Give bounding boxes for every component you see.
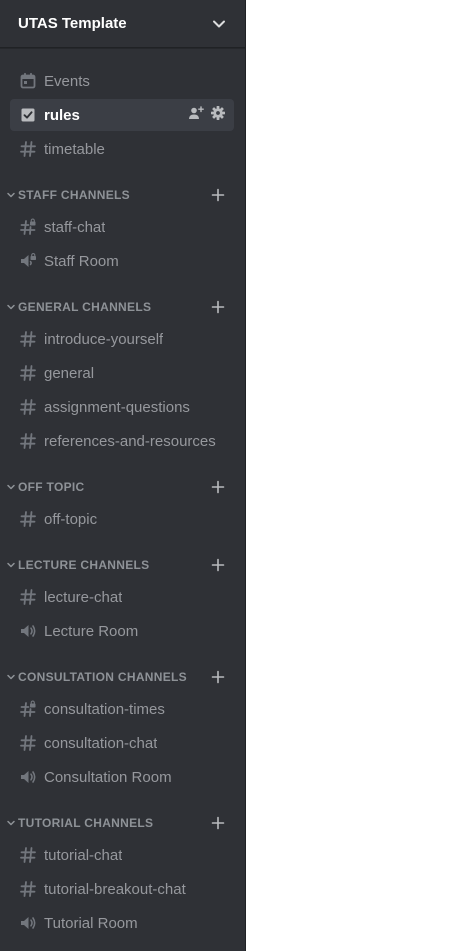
chevron-down-icon[interactable] (5, 189, 17, 201)
channel-tutorial-breakout-chat[interactable]: tutorial-breakout-chat (10, 873, 234, 905)
channel-name: tutorial-breakout-chat (44, 880, 186, 898)
create-channel-plus-icon[interactable] (210, 299, 226, 315)
locked-speaker-icon (18, 251, 38, 271)
create-channel-plus-icon[interactable] (210, 479, 226, 495)
speaker-icon (18, 913, 38, 933)
chevron-down-icon[interactable] (5, 817, 17, 829)
hash-icon (18, 139, 38, 159)
channel-general[interactable]: general (10, 357, 234, 389)
channel-introduce-yourself[interactable]: introduce-yourself (10, 323, 234, 355)
channel-name: Consultation Room (44, 768, 172, 786)
category-consultation-channels[interactable]: CONSULTATION CHANNELS (0, 663, 246, 691)
channel-name: Staff Room (44, 252, 119, 270)
channel-sidebar: UTAS Template Events rules timetable STAFF … (0, 0, 246, 951)
speaker-icon (18, 947, 38, 951)
channel-staff-chat[interactable]: staff-chat (10, 211, 234, 243)
category-staff-channels[interactable]: STAFF CHANNELS (0, 181, 246, 209)
server-header[interactable]: UTAS Template (0, 0, 246, 48)
category-label: TUTORIAL CHANNELS (18, 816, 154, 830)
category-label: STAFF CHANNELS (18, 188, 130, 202)
channel-events[interactable]: Events (10, 65, 234, 97)
channel-rules[interactable]: rules (10, 99, 234, 131)
speaker-icon (18, 767, 38, 787)
channel-name: timetable (44, 140, 105, 158)
channel-off-topic[interactable]: off-topic (10, 503, 234, 535)
hash-icon (18, 733, 38, 753)
chevron-down-icon[interactable] (5, 481, 17, 493)
category-label: OFF TOPIC (18, 480, 85, 494)
chevron-down-icon[interactable] (210, 15, 228, 33)
rules-icon (18, 105, 38, 125)
hash-icon (18, 431, 38, 451)
channel-assignment-questions[interactable]: assignment-questions (10, 391, 234, 423)
channel-staff-room[interactable]: Staff Room (10, 245, 234, 277)
channel-name: Events (44, 72, 90, 90)
create-channel-plus-icon[interactable] (210, 187, 226, 203)
channel-name: consultation-times (44, 700, 165, 718)
create-channel-plus-icon[interactable] (210, 815, 226, 831)
category-general-channels[interactable]: GENERAL CHANNELS (0, 293, 246, 321)
hash-icon (18, 397, 38, 417)
server-name: UTAS Template (18, 15, 127, 32)
channel-consultation-chat[interactable]: consultation-chat (10, 727, 234, 759)
channel-name: references-and-resources (44, 432, 216, 450)
channel-lecture-room[interactable]: Lecture Room (10, 615, 234, 647)
hash-icon (18, 845, 38, 865)
channel-actions (188, 105, 234, 126)
locked-hash-icon (18, 699, 38, 719)
create-invite-icon[interactable] (188, 105, 204, 126)
channel-consultation-room[interactable]: Consultation Room (10, 761, 234, 793)
channel-name: off-topic (44, 510, 98, 528)
create-channel-plus-icon[interactable] (210, 557, 226, 573)
gear-icon[interactable] (210, 105, 226, 126)
hash-icon (18, 363, 38, 383)
channel-tutorial-chat[interactable]: tutorial-chat (10, 839, 234, 871)
category-label: CONSULTATION CHANNELS (18, 670, 187, 684)
speaker-icon (18, 621, 38, 641)
hash-icon (18, 587, 38, 607)
chevron-down-icon[interactable] (5, 559, 17, 571)
category-label: LECTURE CHANNELS (18, 558, 150, 572)
channel-name: consultation-chat (44, 734, 158, 752)
channel-name: staff-chat (44, 218, 106, 236)
channel-timetable[interactable]: timetable (10, 133, 234, 165)
category-off-topic[interactable]: OFF TOPIC (0, 473, 246, 501)
channel-name: lecture-chat (44, 588, 123, 606)
create-channel-plus-icon[interactable] (210, 669, 226, 685)
chevron-down-icon[interactable] (5, 301, 17, 313)
channel-lecture-chat[interactable]: lecture-chat (10, 581, 234, 613)
calendar-icon (18, 71, 38, 91)
channel-name: tutorial-chat (44, 846, 123, 864)
channel-name: Lecture Room (44, 622, 139, 640)
channel-name: general (44, 364, 95, 382)
channel-name: assignment-questions (44, 398, 190, 416)
channel-consultation-times[interactable]: consultation-times (10, 693, 234, 725)
channel-name: Tutorial Room (44, 914, 138, 932)
category-lecture-channels[interactable]: LECTURE CHANNELS (0, 551, 246, 579)
channel-name: introduce-yourself (44, 330, 164, 348)
channel-name: rules (44, 106, 80, 124)
category-label: GENERAL CHANNELS (18, 300, 152, 314)
hash-icon (18, 329, 38, 349)
channel-tutorial-room[interactable]: Tutorial Room (10, 907, 234, 939)
hash-icon (18, 879, 38, 899)
locked-hash-icon (18, 217, 38, 237)
channel-list: Events rules timetable STAFF CHANNELS staff-… (0, 48, 246, 951)
chevron-down-icon[interactable] (5, 671, 17, 683)
channel-references-and-resources[interactable]: references-and-resources (10, 425, 234, 457)
category-tutorial-channels[interactable]: TUTORIAL CHANNELS (0, 809, 246, 837)
channel-tutorial-breakout-room[interactable]: Tutorial Breakout Room (10, 941, 234, 951)
hash-icon (18, 509, 38, 529)
